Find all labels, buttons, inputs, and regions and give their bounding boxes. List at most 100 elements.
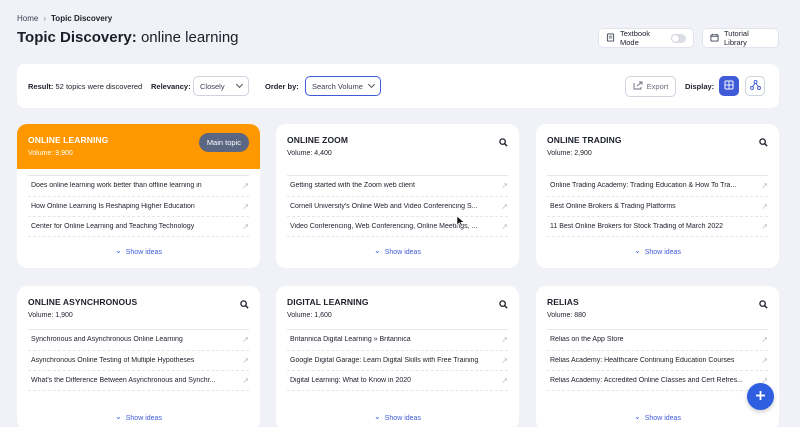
tree-icon xyxy=(749,77,761,95)
idea-item[interactable]: Relias Academy: Healthcare Continuing Ed… xyxy=(547,349,768,371)
topic-volume: Volume: 2,900 xyxy=(547,150,592,157)
show-ideas-label: Show ideas xyxy=(384,415,421,422)
search-icon[interactable] xyxy=(240,296,249,314)
show-ideas-label: Show ideas xyxy=(125,415,162,422)
tree-view-button[interactable] xyxy=(745,76,765,96)
export-button[interactable]: Export xyxy=(625,76,676,97)
topic-card[interactable]: ONLINE LEARNING Volume: 9,900 Main topic… xyxy=(17,124,260,268)
chevron-down-icon: ⌄ xyxy=(374,412,381,421)
show-ideas-button[interactable]: ⌄ Show ideas xyxy=(17,246,260,257)
search-icon[interactable] xyxy=(759,134,768,152)
external-link-icon[interactable]: ↗ xyxy=(242,376,249,385)
external-link-icon[interactable]: ↗ xyxy=(761,356,768,365)
external-link-icon[interactable]: ↗ xyxy=(761,335,768,344)
grid-icon xyxy=(724,77,734,95)
filter-bar: Result: 52 topics were discovered Releva… xyxy=(17,64,779,108)
idea-item[interactable]: How Online Learning Is Reshaping Higher … xyxy=(28,195,249,217)
idea-item[interactable]: Online Trading Academy: Trading Educatio… xyxy=(547,175,768,196)
external-link-icon[interactable]: ↗ xyxy=(242,181,249,190)
external-link-icon[interactable]: ↗ xyxy=(761,181,768,190)
show-ideas-button[interactable]: ⌄ Show ideas xyxy=(276,412,519,423)
idea-text: Google Digital Garage: Learn Digital Ski… xyxy=(290,356,479,364)
show-ideas-button[interactable]: ⌄ Show ideas xyxy=(17,412,260,423)
idea-text: What's the Difference Between Asynchrono… xyxy=(31,376,216,384)
idea-text: Center for Online Learning and Teaching … xyxy=(31,222,195,230)
textbook-mode-toggle[interactable]: Textbook Mode xyxy=(598,28,694,48)
external-link-icon[interactable]: ↗ xyxy=(501,202,508,211)
external-link-icon[interactable]: ↗ xyxy=(501,181,508,190)
show-ideas-label: Show ideas xyxy=(125,249,162,256)
page-title: Topic Discovery: online learning xyxy=(17,29,239,46)
idea-item[interactable]: Asynchronous Online Testing of Multiple … xyxy=(28,349,249,371)
add-button[interactable] xyxy=(747,383,774,410)
external-link-icon[interactable]: ↗ xyxy=(242,202,249,211)
search-icon[interactable] xyxy=(499,296,508,314)
result-label: Result: xyxy=(28,82,54,91)
topic-card[interactable]: ONLINE ASYNCHRONOUS Volume: 1,900 Synchr… xyxy=(17,286,260,427)
chevron-down-icon xyxy=(235,80,244,89)
idea-item[interactable]: What's the Difference Between Asynchrono… xyxy=(28,370,249,391)
idea-item[interactable]: Synchronous and Asynchronous Online Lear… xyxy=(28,329,249,350)
tutorial-library-button[interactable]: Tutorial Library xyxy=(702,28,779,48)
page-title-keyword: online learning xyxy=(140,29,239,46)
idea-item[interactable]: Digital Learning: What to Know in 2020 ↗ xyxy=(287,370,508,391)
external-link-icon[interactable]: ↗ xyxy=(242,222,249,231)
idea-text: Online Trading Academy: Trading Educatio… xyxy=(550,182,737,190)
idea-text: Relias Academy: Accredited Online Classe… xyxy=(550,376,743,384)
topic-volume: Volume: 880 xyxy=(547,312,586,319)
grid-view-button[interactable] xyxy=(719,76,739,96)
idea-item[interactable]: Getting started with the Zoom web client… xyxy=(287,175,508,196)
textbook-mode-label: Textbook Mode xyxy=(620,29,651,47)
idea-text: Synchronous and Asynchronous Online Lear… xyxy=(31,336,183,344)
topic-card[interactable]: ONLINE TRADING Volume: 2,900 Online Trad… xyxy=(536,124,779,268)
topic-card[interactable]: ONLINE ZOOM Volume: 4,400 Getting starte… xyxy=(276,124,519,268)
relevancy-label: Relevancy: xyxy=(151,82,191,91)
idea-item[interactable]: Relias on the App Store ↗ xyxy=(547,329,768,350)
main-topic-badge: Main topic xyxy=(198,133,249,152)
external-link-icon[interactable]: ↗ xyxy=(501,376,508,385)
external-link-icon[interactable]: ↗ xyxy=(242,335,249,344)
breadcrumb: Home › Topic Discovery xyxy=(17,14,112,23)
breadcrumb-home[interactable]: Home xyxy=(17,14,38,23)
show-ideas-button[interactable]: ⌄ Show ideas xyxy=(276,247,519,257)
chevron-down-icon: ⌄ xyxy=(634,246,641,255)
idea-item[interactable]: Video Conferencing, Web Conferencing, On… xyxy=(287,216,508,237)
page-title-prefix: Topic Discovery: xyxy=(17,29,137,46)
idea-item[interactable]: Relias Academy: Accredited Online Classe… xyxy=(547,370,768,391)
chevron-down-icon xyxy=(367,80,376,89)
idea-text: Relias on the App Store xyxy=(550,336,624,344)
idea-item[interactable]: Britannica Digital Learning » Britannica… xyxy=(287,329,508,350)
display-label: Display: xyxy=(685,82,715,91)
toggle-switch[interactable] xyxy=(670,33,686,43)
relevancy-select[interactable]: Closely xyxy=(193,76,249,96)
idea-item[interactable]: Cornell University's Online Web and Vide… xyxy=(287,195,508,217)
external-link-icon[interactable]: ↗ xyxy=(761,222,768,231)
external-link-icon[interactable]: ↗ xyxy=(501,222,508,231)
topic-volume: Volume: 1,900 xyxy=(28,312,73,319)
external-link-icon[interactable]: ↗ xyxy=(761,202,768,211)
show-ideas-button[interactable]: ⌄ Show ideas xyxy=(536,413,779,423)
external-link-icon[interactable]: ↗ xyxy=(242,356,249,365)
idea-item[interactable]: 11 Best Online Brokers for Stock Trading… xyxy=(547,216,768,237)
idea-item[interactable]: Best Online Brokers & Trading Platforms ↗ xyxy=(547,195,768,217)
chevron-down-icon: ⌄ xyxy=(115,246,122,255)
mouse-cursor-icon xyxy=(456,214,465,232)
external-link-icon[interactable]: ↗ xyxy=(501,335,508,344)
idea-item[interactable]: Google Digital Garage: Learn Digital Ski… xyxy=(287,349,508,371)
search-icon[interactable] xyxy=(499,134,508,152)
breadcrumb-current: Topic Discovery xyxy=(51,14,113,23)
show-ideas-button[interactable]: ⌄ Show ideas xyxy=(536,246,779,257)
idea-text: Getting started with the Zoom web client xyxy=(290,182,415,190)
topic-card[interactable]: RELIAS Volume: 880 Relias on the App Sto… xyxy=(536,286,779,427)
plus-icon xyxy=(755,388,766,406)
idea-item[interactable]: Center for Online Learning and Teaching … xyxy=(28,216,249,237)
idea-item[interactable]: Does online learning work better than of… xyxy=(28,175,249,196)
idea-text: 11 Best Online Brokers for Stock Trading… xyxy=(550,222,724,230)
topic-card[interactable]: DIGITAL LEARNING Volume: 1,600 Britannic… xyxy=(276,286,519,427)
chevron-down-icon: ⌄ xyxy=(115,412,122,421)
topic-volume: Volume: 4,400 xyxy=(287,150,332,157)
order-by-select[interactable]: Search Volume xyxy=(305,76,381,96)
search-icon[interactable] xyxy=(759,296,768,314)
idea-text: Relias Academy: Healthcare Continuing Ed… xyxy=(550,356,735,364)
external-link-icon[interactable]: ↗ xyxy=(501,356,508,365)
